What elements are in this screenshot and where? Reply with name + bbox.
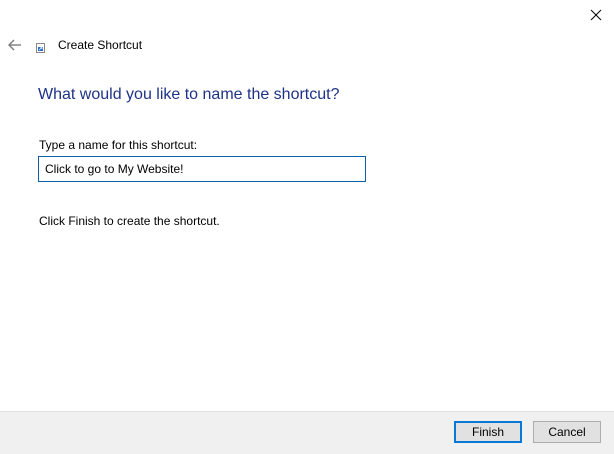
close-button[interactable] [578,0,614,30]
name-field-label: Type a name for this shortcut: [39,138,198,152]
shortcut-name-input[interactable] [38,156,366,182]
window-title: Create Shortcut [58,38,143,52]
finish-button[interactable]: Finish [454,421,522,443]
shortcut-icon [36,43,45,53]
finish-instruction: Click Finish to create the shortcut. [39,214,220,228]
back-arrow-icon [8,39,21,51]
create-shortcut-window: Create Shortcut What would you like to n… [0,0,614,454]
back-button[interactable] [4,34,26,56]
cancel-button[interactable]: Cancel [533,421,601,443]
close-icon [590,9,602,21]
page-heading: What would you like to name the shortcut… [38,86,340,103]
